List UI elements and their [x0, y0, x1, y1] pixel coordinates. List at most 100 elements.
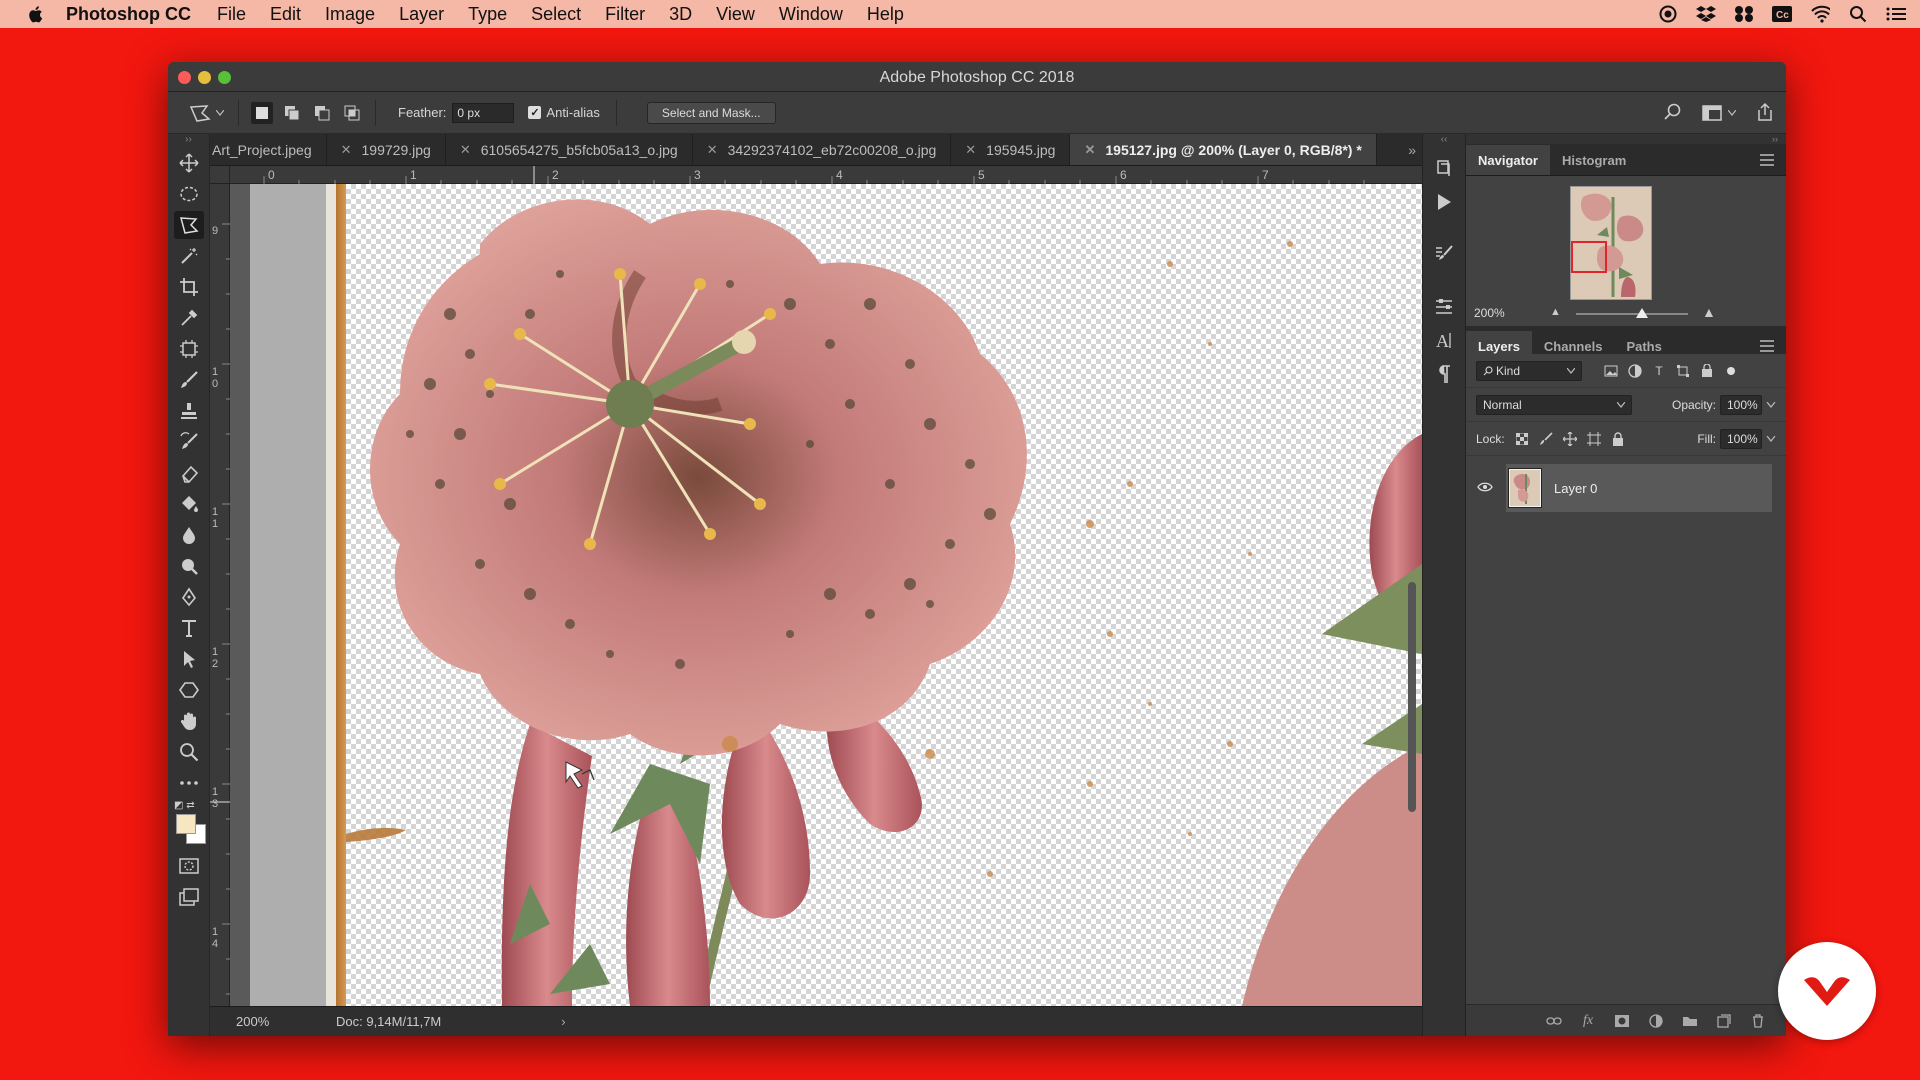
ruler-origin[interactable]: [210, 166, 230, 184]
link-layers-icon[interactable]: [1546, 1013, 1562, 1029]
subtract-from-selection-button[interactable]: [311, 102, 333, 124]
menu-view[interactable]: View: [716, 4, 755, 25]
screen-mode-icon[interactable]: [174, 883, 204, 911]
vertical-ruler[interactable]: 9 1 0 1 1 1 2 1 3 1 4: [210, 184, 230, 1006]
document-canvas[interactable]: [230, 184, 1422, 1006]
properties-panel-icon[interactable]: [1429, 292, 1459, 320]
menu-3d[interactable]: 3D: [669, 4, 692, 25]
pen-tool-icon[interactable]: [174, 583, 204, 611]
spotlight-search-icon[interactable]: [1848, 4, 1868, 24]
history-panel-icon[interactable]: [1429, 154, 1459, 182]
tab-art-project[interactable]: Art_Project.jpeg: [210, 134, 327, 165]
move-tool-icon[interactable]: [174, 149, 204, 177]
zoom-level[interactable]: 200%: [236, 1014, 296, 1029]
tab-histogram[interactable]: Histogram: [1550, 145, 1638, 175]
lock-image-pixels-icon[interactable]: [1539, 431, 1553, 446]
close-tab-icon[interactable]: ✕: [707, 142, 718, 158]
close-tab-icon[interactable]: ✕: [1084, 142, 1095, 158]
layer-filter-dropdown[interactable]: Kind: [1476, 360, 1582, 381]
workspace-switcher-icon[interactable]: [1702, 105, 1736, 121]
new-group-folder-icon[interactable]: [1682, 1013, 1698, 1029]
zoom-slider[interactable]: [1576, 313, 1688, 315]
layers-menu-icon[interactable]: [1760, 340, 1774, 355]
blur-tool-icon[interactable]: [174, 521, 204, 549]
navigator-zoom-value[interactable]: 200%: [1474, 306, 1505, 320]
record-icon[interactable]: [1658, 4, 1678, 24]
share-icon[interactable]: [1756, 102, 1774, 125]
antialias-checkbox[interactable]: ✓: [528, 106, 542, 119]
quick-mask-icon[interactable]: [174, 852, 204, 880]
dropbox-icon[interactable]: [1696, 4, 1716, 24]
blend-mode-dropdown[interactable]: Normal: [1476, 394, 1632, 415]
feather-input[interactable]: 0 px: [452, 102, 515, 123]
apple-icon[interactable]: [24, 3, 46, 25]
hand-tool-icon[interactable]: [174, 707, 204, 735]
layer-row[interactable]: Layer 0: [1477, 464, 1772, 512]
history-brush-tool-icon[interactable]: [174, 428, 204, 456]
close-tab-icon[interactable]: ✕: [965, 142, 976, 158]
add-layer-mask-icon[interactable]: [1614, 1013, 1630, 1029]
lock-all-icon[interactable]: [1611, 431, 1625, 446]
filter-toggle-icon[interactable]: [1724, 364, 1738, 378]
actions-panel-icon[interactable]: [1429, 188, 1459, 216]
navigator-thumbnail[interactable]: [1570, 186, 1652, 300]
dodge-tool-icon[interactable]: [174, 552, 204, 580]
wifi-icon[interactable]: [1810, 4, 1830, 24]
polygonal-lasso-tool-icon[interactable]: [174, 211, 204, 239]
tab-6105654275[interactable]: ✕ 6105654275_b5fcb05a13_o.jpg: [446, 134, 693, 165]
navigator-view-box[interactable]: [1571, 241, 1607, 273]
menu-help[interactable]: Help: [867, 4, 904, 25]
more-tabs-icon[interactable]: »: [1408, 142, 1416, 158]
fill-input[interactable]: 100%: [1720, 428, 1762, 449]
paint-bucket-tool-icon[interactable]: [174, 490, 204, 518]
new-layer-icon[interactable]: [1716, 1013, 1732, 1029]
zoom-in-icon[interactable]: ▲: [1702, 304, 1716, 320]
creative-cloud-icon[interactable]: [1734, 4, 1754, 24]
shape-layer-filter-icon[interactable]: [1676, 364, 1690, 378]
eraser-tool-icon[interactable]: [174, 459, 204, 487]
paragraph-panel-icon[interactable]: [1429, 360, 1459, 388]
type-tool-icon[interactable]: [174, 614, 204, 642]
add-to-selection-button[interactable]: [281, 102, 303, 124]
tool-preset-picker[interactable]: [188, 103, 230, 123]
foreground-color-swatch[interactable]: [176, 814, 196, 834]
menu-image[interactable]: Image: [325, 4, 375, 25]
menu-filter[interactable]: Filter: [605, 4, 645, 25]
lock-position-icon[interactable]: [1562, 431, 1577, 446]
new-selection-button[interactable]: [251, 101, 273, 124]
menu-type[interactable]: Type: [468, 4, 507, 25]
zoom-out-icon[interactable]: ▲: [1550, 306, 1561, 318]
zoom-slider-knob[interactable]: [1636, 308, 1648, 318]
lock-transparent-pixels-icon[interactable]: [1515, 432, 1529, 446]
menu-edit[interactable]: Edit: [270, 4, 301, 25]
menu-layer[interactable]: Layer: [399, 4, 444, 25]
vertical-scrollbar[interactable]: [1408, 582, 1416, 812]
crop-tool-icon[interactable]: [174, 273, 204, 301]
tab-195127[interactable]: ✕ 195127.jpg @ 200% (Layer 0, RGB/8*) *: [1070, 134, 1377, 165]
brush-settings-panel-icon[interactable]: [1429, 240, 1459, 268]
search-icon[interactable]: [1664, 103, 1682, 124]
clone-stamp-tool-icon[interactable]: [174, 397, 204, 425]
tab-195945[interactable]: ✕ 195945.jpg: [951, 134, 1071, 165]
menu-select[interactable]: Select: [531, 4, 581, 25]
delete-layer-trash-icon[interactable]: [1750, 1013, 1766, 1029]
menu-window[interactable]: Window: [779, 4, 843, 25]
swap-colors-icon[interactable]: ◩ ⇄: [174, 800, 195, 811]
patch-tool-icon[interactable]: [174, 335, 204, 363]
antialias-option[interactable]: ✓ Anti-alias: [528, 105, 600, 120]
character-panel-icon[interactable]: A: [1429, 326, 1459, 354]
elliptical-marquee-tool-icon[interactable]: [174, 180, 204, 208]
layer-name[interactable]: Layer 0: [1554, 481, 1597, 496]
menu-file[interactable]: File: [217, 4, 246, 25]
menubar-app-name[interactable]: Photoshop CC: [66, 4, 191, 25]
intersect-selection-button[interactable]: [341, 102, 363, 124]
tab-34292374102[interactable]: ✕ 34292374102_eb72c00208_o.jpg: [693, 134, 952, 165]
smart-object-filter-icon[interactable]: [1700, 363, 1714, 378]
visibility-eye-icon[interactable]: [1476, 478, 1494, 496]
magic-wand-tool-icon[interactable]: [174, 242, 204, 270]
brush-tool-icon[interactable]: [174, 366, 204, 394]
select-and-mask-button[interactable]: Select and Mask...: [646, 101, 776, 124]
eyedropper-tool-icon[interactable]: [174, 304, 204, 332]
shape-tool-icon[interactable]: [174, 676, 204, 704]
more-tools-icon[interactable]: [174, 769, 204, 797]
